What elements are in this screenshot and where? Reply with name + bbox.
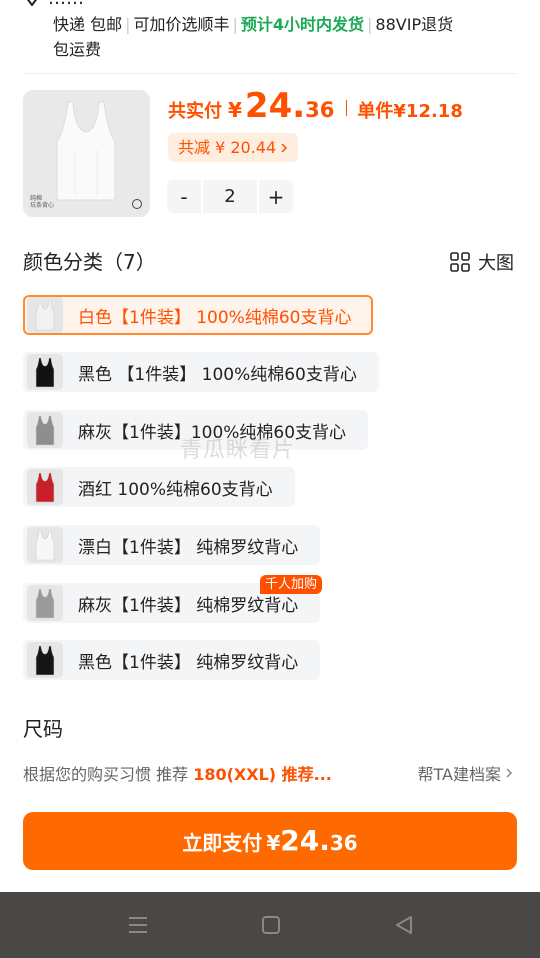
variant-label: 酒红 100%纯棉60支背心 [78,479,273,500]
brand-logo-icon [132,199,142,209]
big-view-label: 大图 [478,253,514,274]
variant-label: 漂白【1件装】 纯棉罗纹背心 [78,537,299,558]
total-price-label: 共实付 [168,101,222,122]
pay-amount-decimal: 36 [329,831,358,855]
variant-thumbnail [27,412,63,448]
pay-now-button[interactable]: 立即支付 ¥ 24. 36 [23,812,517,870]
grid-icon [450,252,470,272]
system-nav-bar [0,892,540,958]
variant-label: 黑色 【1件装】 100%纯棉60支背心 [78,364,357,385]
sf-option: 可加价选顺丰 [133,15,230,34]
pay-label: 立即支付 [182,831,263,855]
unit-price: ¥12.18 [393,101,463,122]
quantity-stepper: - 2 + [167,180,293,213]
variant-label: 白色【1件装】 100%纯棉60支背心 [78,307,352,328]
variant-option[interactable]: 黑色 【1件装】 100%纯棉60支背心 [23,352,379,392]
variant-label: 麻灰【1件装】 纯棉罗纹背心 [78,595,299,616]
profile-link-label: 帮TA建档案 [417,765,501,784]
variant-thumbnail [27,354,63,390]
create-profile-link[interactable]: 帮TA建档案 [418,761,513,785]
variant-option[interactable]: 白色【1件装】 100%纯棉60支背心 [23,295,374,335]
home-icon[interactable] [260,914,282,936]
address-text: …… [48,0,84,9]
currency-symbol: ¥ [228,98,242,122]
discount-badge[interactable]: 共减 ¥ 20.44 [168,133,299,162]
variant-option[interactable]: 漂白【1件装】 纯棉罗纹背心 [23,525,321,565]
variant-thumbnail [27,585,63,621]
price-decimal: 36 [305,98,335,122]
return-fee: 包运费 [53,40,102,59]
location-icon [27,0,37,6]
increase-button[interactable]: + [259,185,293,209]
product-image[interactable]: 纯棉 坑条背心 [23,90,150,217]
watermark: 青瓜眯看片 [180,438,296,463]
vip-return: 88VIP退货 [375,15,454,34]
color-section-title: 颜色分类（7） [23,250,156,274]
discount-text: 共减 ¥ 20.44 [178,138,277,157]
variant-thumbnail [27,642,63,678]
divider [24,73,516,74]
pay-amount-integer: 24. [280,824,330,857]
recommended-size: 180(XXL) 推荐... [193,765,332,784]
price-separator [346,100,348,116]
pay-currency: ¥ [266,831,281,855]
chevron-right-icon [281,142,288,153]
price-row: 共实付 ¥ 24. 36 单件 ¥12.18 [168,86,463,130]
recommendation-text[interactable]: 根据您的购买习惯 推荐 180(XXL) 推荐... [23,761,332,785]
size-section-title: 尺码 [23,717,63,741]
menu-icon[interactable] [127,914,149,936]
variant-option[interactable]: 黑色【1件装】 纯棉罗纹背心 [23,640,321,680]
price-integer: 24. [244,86,306,126]
quantity-value[interactable]: 2 [201,180,259,213]
variant-thumbnail [27,469,63,505]
hot-badge: 千人加购 [260,575,323,594]
express-info: 快递 包邮 [53,15,123,34]
address-line[interactable]: …… [24,0,514,10]
size-recommendation: 根据您的购买习惯 推荐 180(XXL) 推荐... 帮TA建档案 [23,761,517,785]
chevron-right-icon [506,768,513,778]
variant-option[interactable]: 酒红 100%纯棉60支背心 [23,467,295,507]
shipping-info: 快递 包邮 | 可加价选顺丰 | 预计4小时内发货 | 88VIP退货 包运费 [53,15,454,59]
decrease-button[interactable]: - [167,185,201,209]
unit-price-label: 单件 [357,101,394,122]
dispatch-time: 预计4小时内发货 [240,15,365,34]
big-view-toggle[interactable]: 大图 [450,249,514,275]
variant-thumbnail [27,527,63,563]
back-icon[interactable] [393,914,415,936]
variant-thumbnail [27,297,63,333]
product-caption: 纯棉 坑条背心 [30,195,55,209]
variant-label: 黑色【1件装】 纯棉罗纹背心 [78,652,299,673]
